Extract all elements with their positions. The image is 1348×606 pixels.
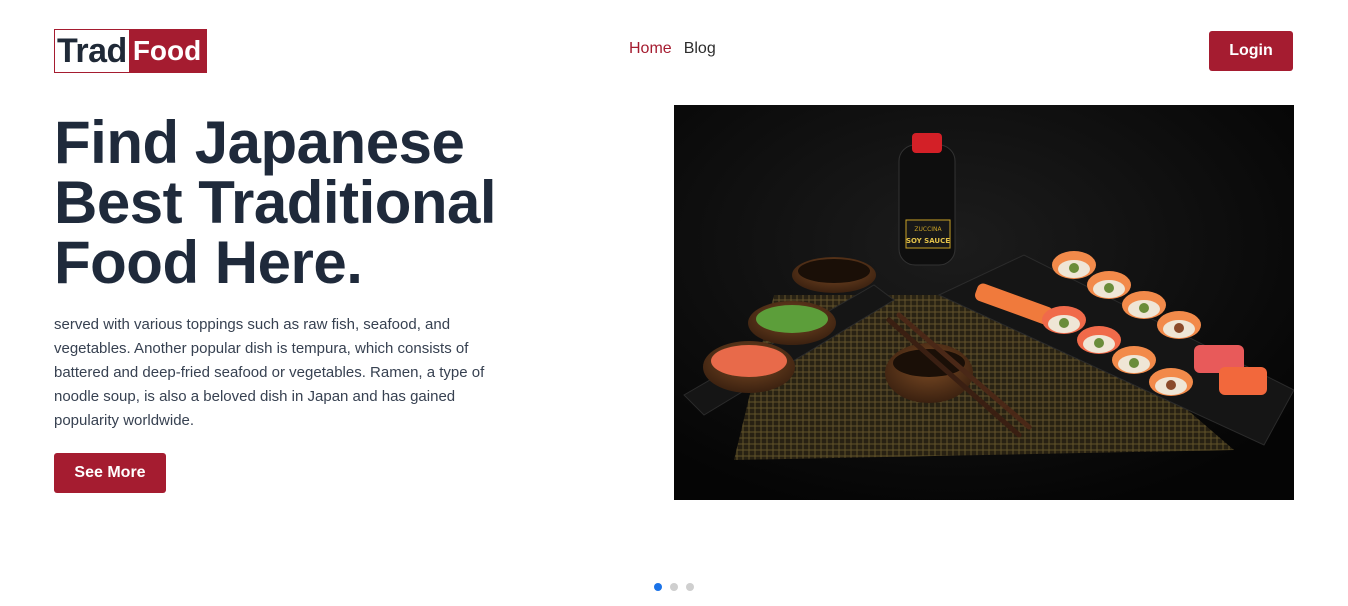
hero-title-line-3: Food Here. xyxy=(54,229,363,296)
hero-description: served with various toppings such as raw… xyxy=(54,316,485,429)
main-nav: Home Blog xyxy=(629,40,716,58)
hero-title: Find Japanese Best Traditional Food Here… xyxy=(54,113,614,293)
logo-text-food: Food xyxy=(128,30,207,72)
hero-title-line-1: Find Japanese xyxy=(54,109,465,176)
sushi-illustration: ZUCCINA SOY SAUCE xyxy=(674,105,1294,500)
nav-home-link[interactable]: Home xyxy=(629,40,672,58)
carousel-dot-2[interactable] xyxy=(670,583,678,591)
bottle-brand-text: ZUCCINA xyxy=(914,226,942,233)
login-button[interactable]: Login xyxy=(1209,31,1293,71)
logo-text-trad: Trad xyxy=(55,30,129,72)
hero-title-line-2: Best Traditional xyxy=(54,169,497,236)
nav-blog-link[interactable]: Blog xyxy=(684,40,716,58)
hero-image-sushi: ZUCCINA SOY SAUCE xyxy=(674,105,1294,500)
carousel-dot-1[interactable] xyxy=(654,583,662,591)
logo[interactable]: Trad Food xyxy=(54,29,208,73)
see-more-button[interactable]: See More xyxy=(54,453,166,493)
bottle-label-text: SOY SAUCE xyxy=(906,237,950,245)
carousel-dot-3[interactable] xyxy=(686,583,694,591)
carousel-dots xyxy=(654,583,694,591)
